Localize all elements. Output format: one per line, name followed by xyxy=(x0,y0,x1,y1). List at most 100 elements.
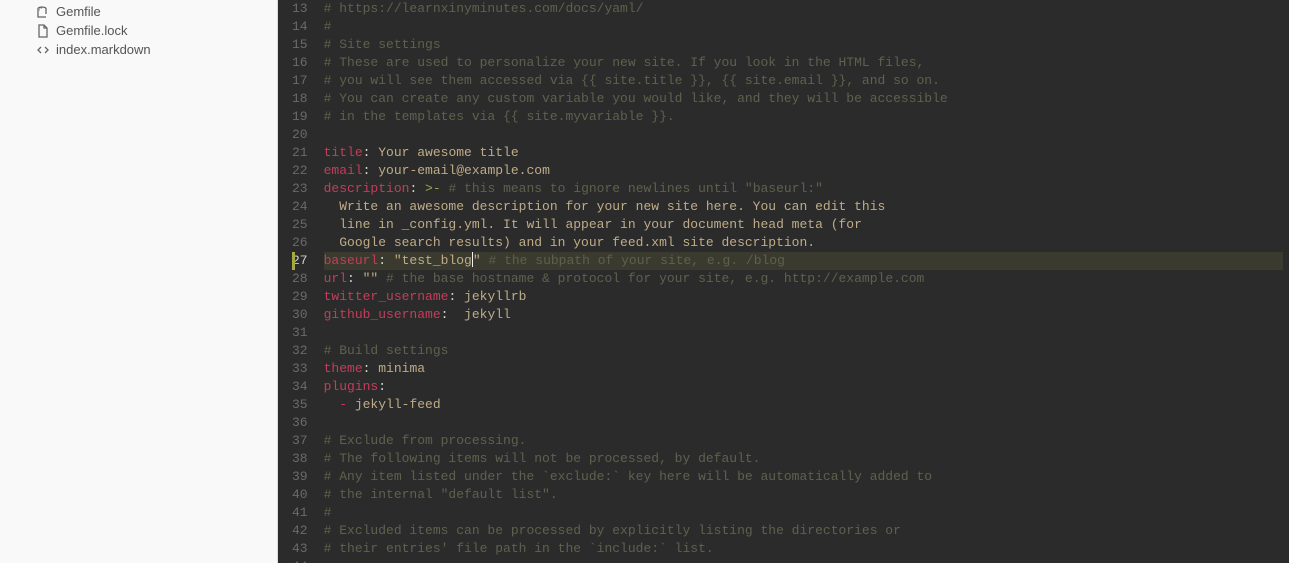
code-token: jekyllrb xyxy=(456,289,526,304)
code-line[interactable]: # https://learnxinyminutes.com/docs/yaml… xyxy=(324,0,1283,18)
line-number: 34 xyxy=(292,378,308,396)
code-line[interactable]: line in _config.yml. It will appear in y… xyxy=(324,216,1283,234)
line-number: 26 xyxy=(292,234,308,252)
line-number: 19 xyxy=(292,108,308,126)
code-line[interactable]: # Exclude from processing. xyxy=(324,432,1283,450)
code-token: jekyll xyxy=(448,307,510,322)
line-number: 36 xyxy=(292,414,308,432)
code-token: >- xyxy=(417,181,440,196)
code-line[interactable]: # the internal "default list". xyxy=(324,486,1283,504)
code-line[interactable] xyxy=(324,414,1283,432)
code-token: twitter_username xyxy=(324,289,449,304)
code-line[interactable]: twitter_username: jekyllrb xyxy=(324,288,1283,306)
code-line[interactable]: baseurl: "test_blog" # the subpath of yo… xyxy=(324,252,1283,270)
code-token: # xyxy=(324,19,332,34)
code-editor[interactable]: 1314151617181920212223242526272829303132… xyxy=(278,0,1289,563)
code-line[interactable]: theme: minima xyxy=(324,360,1283,378)
code-token: email xyxy=(324,163,363,178)
line-number: 33 xyxy=(292,360,308,378)
code-line[interactable]: # You can create any custom variable you… xyxy=(324,90,1283,108)
line-number: 16 xyxy=(292,54,308,72)
code-line[interactable]: # Build settings xyxy=(324,342,1283,360)
code-line[interactable]: # Site settings xyxy=(324,36,1283,54)
code-token: Google search results) and in your feed.… xyxy=(324,235,815,250)
code-token: # Build settings xyxy=(324,343,449,358)
code-token: # Any item listed under the `exclude:` k… xyxy=(324,469,933,484)
svg-text:/*: /* xyxy=(39,7,42,13)
code-line[interactable]: Write an awesome description for your ne… xyxy=(324,198,1283,216)
code-line[interactable] xyxy=(324,558,1283,563)
code-line[interactable]: url: "" # the base hostname & protocol f… xyxy=(324,270,1283,288)
code-line[interactable]: # xyxy=(324,18,1283,36)
code-line[interactable]: # These are used to personalize your new… xyxy=(324,54,1283,72)
file-tree-item[interactable]: Gemfile.lock xyxy=(0,21,277,40)
code-line[interactable]: # Any item listed under the `exclude:` k… xyxy=(324,468,1283,486)
code-token: github_username xyxy=(324,307,441,322)
code-area[interactable]: # https://learnxinyminutes.com/docs/yaml… xyxy=(318,0,1289,563)
code-line[interactable]: # Excluded items can be processed by exp… xyxy=(324,522,1283,540)
code-token: # the subpath of your site, e.g. /blog xyxy=(481,253,785,268)
code-line[interactable]: # in the templates via {{ site.myvariabl… xyxy=(324,108,1283,126)
line-number: 39 xyxy=(292,468,308,486)
code-line[interactable]: email: your-email@example.com xyxy=(324,162,1283,180)
code-token: jekyll-feed xyxy=(347,397,441,412)
code-line[interactable]: # you will see them accessed via {{ site… xyxy=(324,72,1283,90)
code-token: your-email@example.com xyxy=(370,163,549,178)
line-number: 13 xyxy=(292,0,308,18)
line-number: 18 xyxy=(292,90,308,108)
code-token: # this means to ignore newlines until "b… xyxy=(441,181,823,196)
file-tree-item-label: Gemfile xyxy=(56,4,101,19)
line-number: 42 xyxy=(292,522,308,540)
line-number: 35 xyxy=(292,396,308,414)
line-number: 30 xyxy=(292,306,308,324)
code-line[interactable]: # their entries' file path in the `inclu… xyxy=(324,540,1283,558)
line-number: 32 xyxy=(292,342,308,360)
line-number: 24 xyxy=(292,198,308,216)
code-token: description xyxy=(324,181,410,196)
code-token: # in the templates via {{ site.myvariabl… xyxy=(324,109,675,124)
code-token: # xyxy=(324,505,332,520)
code-token: # Site settings xyxy=(324,37,441,52)
line-number: 44 xyxy=(292,558,308,563)
code-line[interactable]: description: >- # this means to ignore n… xyxy=(324,180,1283,198)
line-number: 38 xyxy=(292,450,308,468)
code-token: " xyxy=(473,253,481,268)
code-line[interactable]: plugins: xyxy=(324,378,1283,396)
code-token: : xyxy=(378,379,386,394)
line-number: 27 xyxy=(292,252,308,270)
code-token: "test_blog xyxy=(386,253,472,268)
code-token xyxy=(324,397,340,412)
code-line[interactable] xyxy=(324,126,1283,144)
code-line[interactable]: Google search results) and in your feed.… xyxy=(324,234,1283,252)
code-token: # Excluded items can be processed by exp… xyxy=(324,523,901,538)
file-tree-item[interactable]: index.markdown xyxy=(0,40,277,59)
code-line[interactable]: github_username: jekyll xyxy=(324,306,1283,324)
code-token: url xyxy=(324,271,347,286)
file-tree-item[interactable]: /* Gemfile xyxy=(0,2,277,21)
code-line[interactable] xyxy=(324,324,1283,342)
code-token: # These are used to personalize your new… xyxy=(324,55,925,70)
code-token: title xyxy=(324,145,363,160)
line-number: 41 xyxy=(292,504,308,522)
code-line[interactable]: # The following items will not be proces… xyxy=(324,450,1283,468)
line-number: 37 xyxy=(292,432,308,450)
file-tree: /* Gemfile Gemfile.lock index.markdown xyxy=(0,0,277,61)
code-token: Write an awesome description for your ne… xyxy=(324,199,886,214)
code-token: - xyxy=(339,397,347,412)
file-icon xyxy=(36,24,50,38)
code-token: # You can create any custom variable you… xyxy=(324,91,948,106)
code-token: line in _config.yml. It will appear in y… xyxy=(324,217,862,232)
line-number: 22 xyxy=(292,162,308,180)
line-number: 31 xyxy=(292,324,308,342)
code-line[interactable]: title: Your awesome title xyxy=(324,144,1283,162)
code-token: # Exclude from processing. xyxy=(324,433,527,448)
code-line[interactable]: # xyxy=(324,504,1283,522)
code-token: minima xyxy=(370,361,425,376)
code-token: # their entries' file path in the `inclu… xyxy=(324,541,714,556)
file-tree-item-label: index.markdown xyxy=(56,42,151,57)
code-token: baseurl xyxy=(324,253,379,268)
code-token: # the internal "default list". xyxy=(324,487,558,502)
code-line[interactable]: - jekyll-feed xyxy=(324,396,1283,414)
file-explorer-sidebar[interactable]: /* Gemfile Gemfile.lock index.markdown xyxy=(0,0,278,563)
line-number: 29 xyxy=(292,288,308,306)
